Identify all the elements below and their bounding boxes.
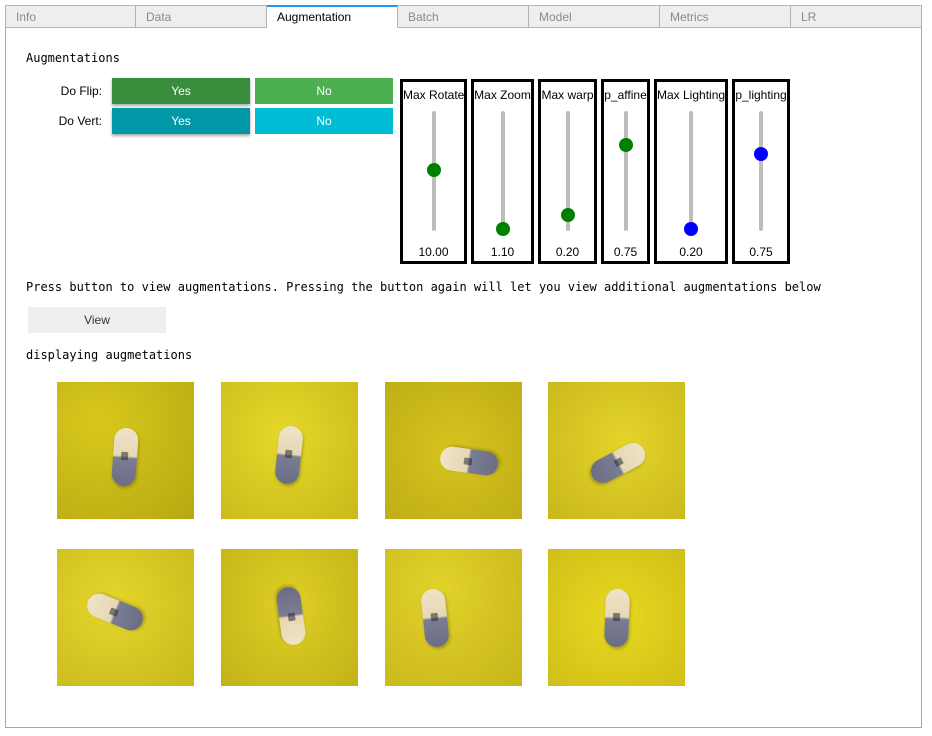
augmentation-image [385,382,522,519]
capsule-pill [83,590,147,634]
slider-value: 0.20 [555,245,580,259]
tab-metrics[interactable]: Metrics [660,5,791,28]
slider-max-lighting: Max Lighting 0.20 [654,79,728,264]
flip-yes-button[interactable]: Yes [112,78,250,104]
capsule-pill [603,588,631,648]
instruction-text: Press button to view augmentations. Pres… [26,280,821,294]
capsule-pill [586,438,650,488]
slider-track[interactable] [759,111,763,231]
slider-max-zoom: Max Zoom 1.10 [471,79,534,264]
slider-p-affine: p_affine 0.75 [601,79,650,264]
augmentation-image [221,549,358,686]
augmentation-image [57,549,194,686]
capsule-pill [438,445,500,477]
slider-title: Max Rotate [403,88,464,102]
tab-augmentation[interactable]: Augmentation [267,5,398,28]
capsule-pill [111,427,139,487]
vert-yes-button[interactable]: Yes [112,108,250,134]
augmentation-image [548,382,685,519]
view-button[interactable]: View [28,307,166,333]
slider-value: 10.00 [418,245,449,259]
slider-value: 0.75 [749,245,773,259]
slider-max-warp: Max warp 0.20 [538,79,597,264]
augmentation-image [221,382,358,519]
slider-track[interactable] [501,111,505,231]
augmentation-image [548,549,685,686]
tab-lr[interactable]: LR [791,5,922,28]
tab-model[interactable]: Model [529,5,660,28]
slider-title: p_lighting [735,88,787,102]
slider-knob[interactable] [496,221,510,236]
display-label: displaying augmetations [26,348,193,362]
vert-no-button[interactable]: No [255,108,393,134]
slider-knob[interactable] [619,137,633,152]
slider-knob[interactable] [754,147,768,162]
capsule-pill [420,587,450,649]
tab-batch[interactable]: Batch [398,5,529,28]
slider-track[interactable] [624,111,628,231]
slider-track[interactable] [689,111,693,231]
section-title: Augmentations [26,51,120,65]
slider-knob[interactable] [684,221,698,236]
augmentation-image [385,549,522,686]
tab-bar: Info Data Augmentation Batch Model Metri… [5,5,922,28]
slider-knob[interactable] [427,162,441,177]
slider-title: Max Lighting [657,88,725,102]
slider-p-lighting: p_lighting 0.75 [732,79,790,264]
flip-no-button[interactable]: No [255,78,393,104]
slider-max-rotate: Max Rotate 10.00 [400,79,467,264]
slider-title: Max warp [541,88,594,102]
slider-value: 1.10 [490,245,515,259]
augmentation-image [57,382,194,519]
tab-data[interactable]: Data [136,5,267,28]
slider-value: 0.20 [679,245,703,259]
vert-label: Do Vert: [58,114,102,128]
capsule-pill [274,424,304,486]
flip-label: Do Flip: [60,84,102,98]
tab-info[interactable]: Info [5,5,136,28]
slider-title: Max Zoom [474,88,531,102]
slider-knob[interactable] [561,208,575,223]
slider-title: p_affine [604,88,647,102]
capsule-pill [275,585,307,647]
slider-value: 0.75 [613,245,638,259]
